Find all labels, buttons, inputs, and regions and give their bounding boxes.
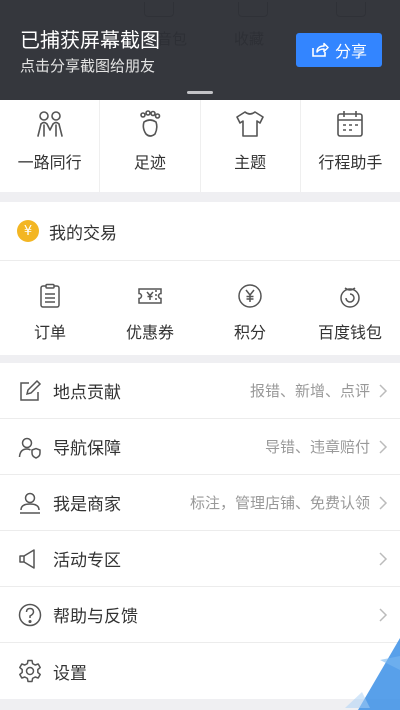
yen-badge-icon: ¥ [17, 220, 39, 242]
clipboard-icon [40, 283, 60, 308]
menu-item-label: 帮助与反馈 [53, 607, 138, 627]
banner-title: 已捕获屏幕截图 [20, 28, 160, 52]
trade-section: ¥ 我的交易 订单 优惠券 积分 百度钱包 [0, 202, 400, 355]
trade-section-title: 我的交易 [49, 223, 117, 244]
quick-actions-row: 一路同行 足迹 主题 行程助手 [0, 100, 400, 192]
share-button-label: 分享 [334, 42, 367, 61]
trade-item-label: 积分 [233, 323, 266, 342]
wallet-icon [340, 287, 360, 308]
tshirt-icon [236, 111, 264, 137]
share-icon [312, 42, 329, 57]
menu-item-label: 我是商家 [53, 495, 121, 515]
menu-item-desc: 导错、违章赔付 [264, 438, 370, 456]
people-group-icon [36, 111, 63, 137]
menu-item-settings[interactable]: 设置 [0, 643, 400, 699]
trade-item-points[interactable]: 积分 [200, 261, 300, 355]
quick-action-label: 足迹 [133, 153, 166, 172]
menu-item-desc: 标注，管理店铺、免费认领 [189, 494, 370, 512]
menu-item-label: 活动专区 [53, 551, 121, 571]
calendar-icon [337, 111, 364, 137]
trade-item-label: 优惠券 [125, 323, 174, 342]
drag-handle[interactable] [187, 91, 213, 94]
edit-icon [20, 379, 42, 401]
quick-action-theme[interactable]: 主题 [201, 100, 301, 192]
menu-list: 地点贡献 报错、新增、点评 导航保障 导错、违章赔付 我是商家 标注，管理店铺、… [0, 363, 400, 699]
quick-action-label: 主题 [234, 153, 267, 172]
menu-item-label: 地点贡献 [53, 383, 121, 403]
quick-action-travel-together[interactable]: 一路同行 [0, 100, 101, 192]
trade-item-coupons[interactable]: 优惠券 [100, 261, 200, 355]
chevron-right-icon [379, 607, 388, 622]
merchant-icon [20, 492, 40, 514]
chevron-right-icon [379, 495, 388, 510]
trade-item-label: 订单 [33, 323, 66, 342]
trade-item-label: 百度钱包 [317, 323, 382, 342]
trade-item-wallet[interactable]: 百度钱包 [300, 261, 400, 355]
menu-item-merchant[interactable]: 我是商家 标注，管理店铺、免费认领 [0, 475, 400, 531]
chevron-right-icon [379, 383, 388, 398]
help-icon [18, 603, 42, 626]
menu-item-navigation-protection[interactable]: 导航保障 导错、违章赔付 [0, 419, 400, 475]
menu-item-label: 导航保障 [53, 439, 121, 459]
trade-section-header: ¥ 我的交易 [0, 202, 400, 261]
settings-icon [19, 659, 41, 683]
quick-action-label: 一路同行 [17, 153, 82, 172]
screenshot-capture-banner: 已捕获屏幕截图 点击分享截图给朋友 分享 [0, 0, 400, 100]
banner-subtitle: 点击分享截图给朋友 [20, 57, 156, 75]
chevron-right-icon [379, 439, 388, 454]
coupon-icon [138, 288, 162, 304]
quick-action-label: 行程助手 [318, 153, 383, 172]
menu-item-activities[interactable]: 活动专区 [0, 531, 400, 587]
menu-item-place-contribution[interactable]: 地点贡献 报错、新增、点评 [0, 363, 400, 419]
quick-action-trip-assistant[interactable]: 行程助手 [301, 100, 400, 192]
quick-action-footprint[interactable]: 足迹 [100, 100, 201, 192]
menu-item-desc: 报错、新增、点评 [249, 382, 370, 400]
trade-item-orders[interactable]: 订单 [0, 261, 100, 355]
user-shield-icon [18, 437, 41, 459]
points-icon [238, 284, 262, 308]
megaphone-icon [19, 548, 35, 569]
trade-items-row: 订单 优惠券 积分 百度钱包 [0, 261, 400, 355]
footprint-icon [140, 110, 161, 137]
menu-item-help-feedback[interactable]: 帮助与反馈 [0, 587, 400, 643]
chevron-right-icon [379, 551, 388, 566]
share-button[interactable]: 分享 [296, 33, 382, 67]
menu-item-label: 设置 [53, 663, 87, 684]
